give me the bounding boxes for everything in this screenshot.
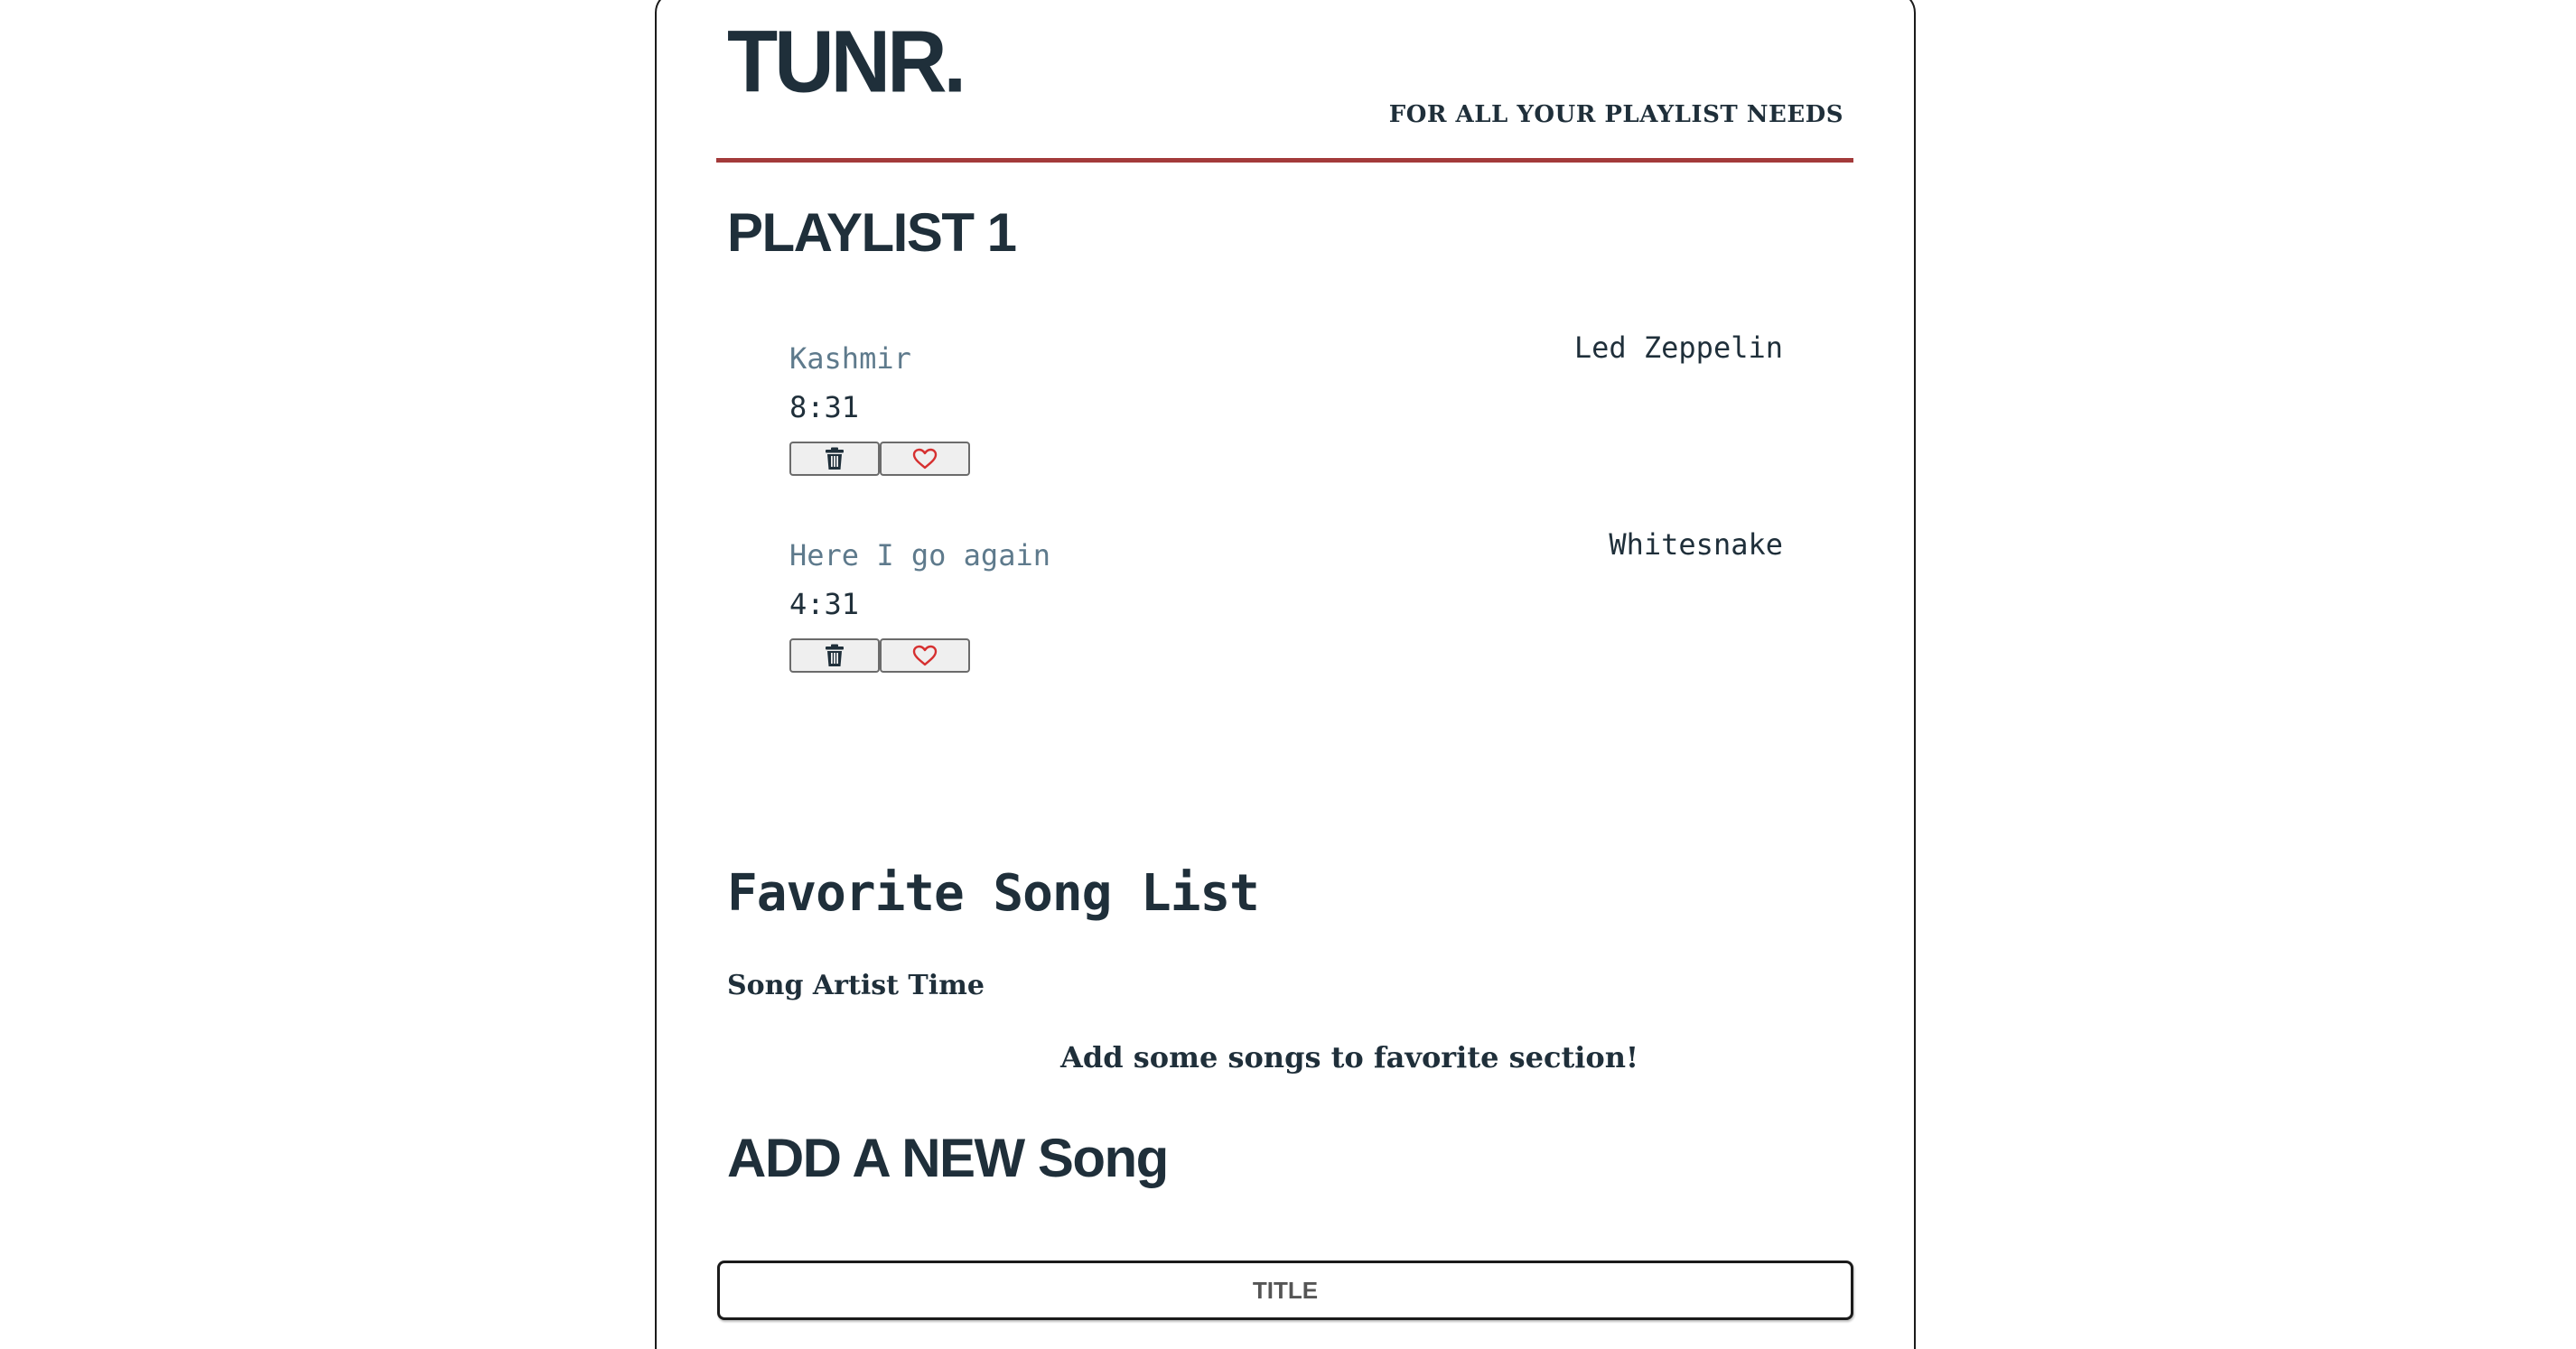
tagline: FOR ALL YOUR PLAYLIST NEEDS — [1388, 101, 1843, 128]
song-title-input[interactable] — [717, 1261, 1853, 1320]
favorites-empty-message: Add some songs to favorite section! — [1060, 1040, 1639, 1075]
song-title: Here I go again — [789, 538, 1050, 572]
song-time: 4:31 — [789, 587, 860, 621]
song-actions — [789, 442, 970, 476]
heart-icon — [912, 448, 938, 470]
song-time: 8:31 — [789, 390, 860, 424]
song-title: Kashmir — [789, 341, 911, 376]
song-item: Kashmir 8:31 Led Zeppelin — [789, 330, 1783, 522]
trash-icon — [825, 447, 845, 470]
favorites-header: Song Artist Time — [727, 970, 985, 1001]
delete-song-button[interactable] — [789, 442, 880, 476]
favorite-song-button[interactable] — [880, 442, 970, 476]
playlist-title: PLAYLIST 1 — [727, 202, 1017, 263]
app-logo: TUNR. — [727, 13, 966, 111]
song-actions — [789, 638, 970, 673]
add-song-title: ADD A NEW Song — [727, 1128, 1169, 1188]
song-artist: Led Zeppelin — [1573, 330, 1783, 365]
song-item: Here I go again 4:31 Whitesnake — [789, 527, 1783, 719]
heart-icon — [912, 645, 938, 666]
delete-song-button[interactable] — [789, 638, 880, 673]
favorites-title: Favorite Song List — [727, 864, 1260, 923]
favorite-song-button[interactable] — [880, 638, 970, 673]
song-artist: Whitesnake — [1609, 527, 1783, 562]
trash-icon — [825, 644, 845, 667]
header-divider — [716, 158, 1853, 163]
